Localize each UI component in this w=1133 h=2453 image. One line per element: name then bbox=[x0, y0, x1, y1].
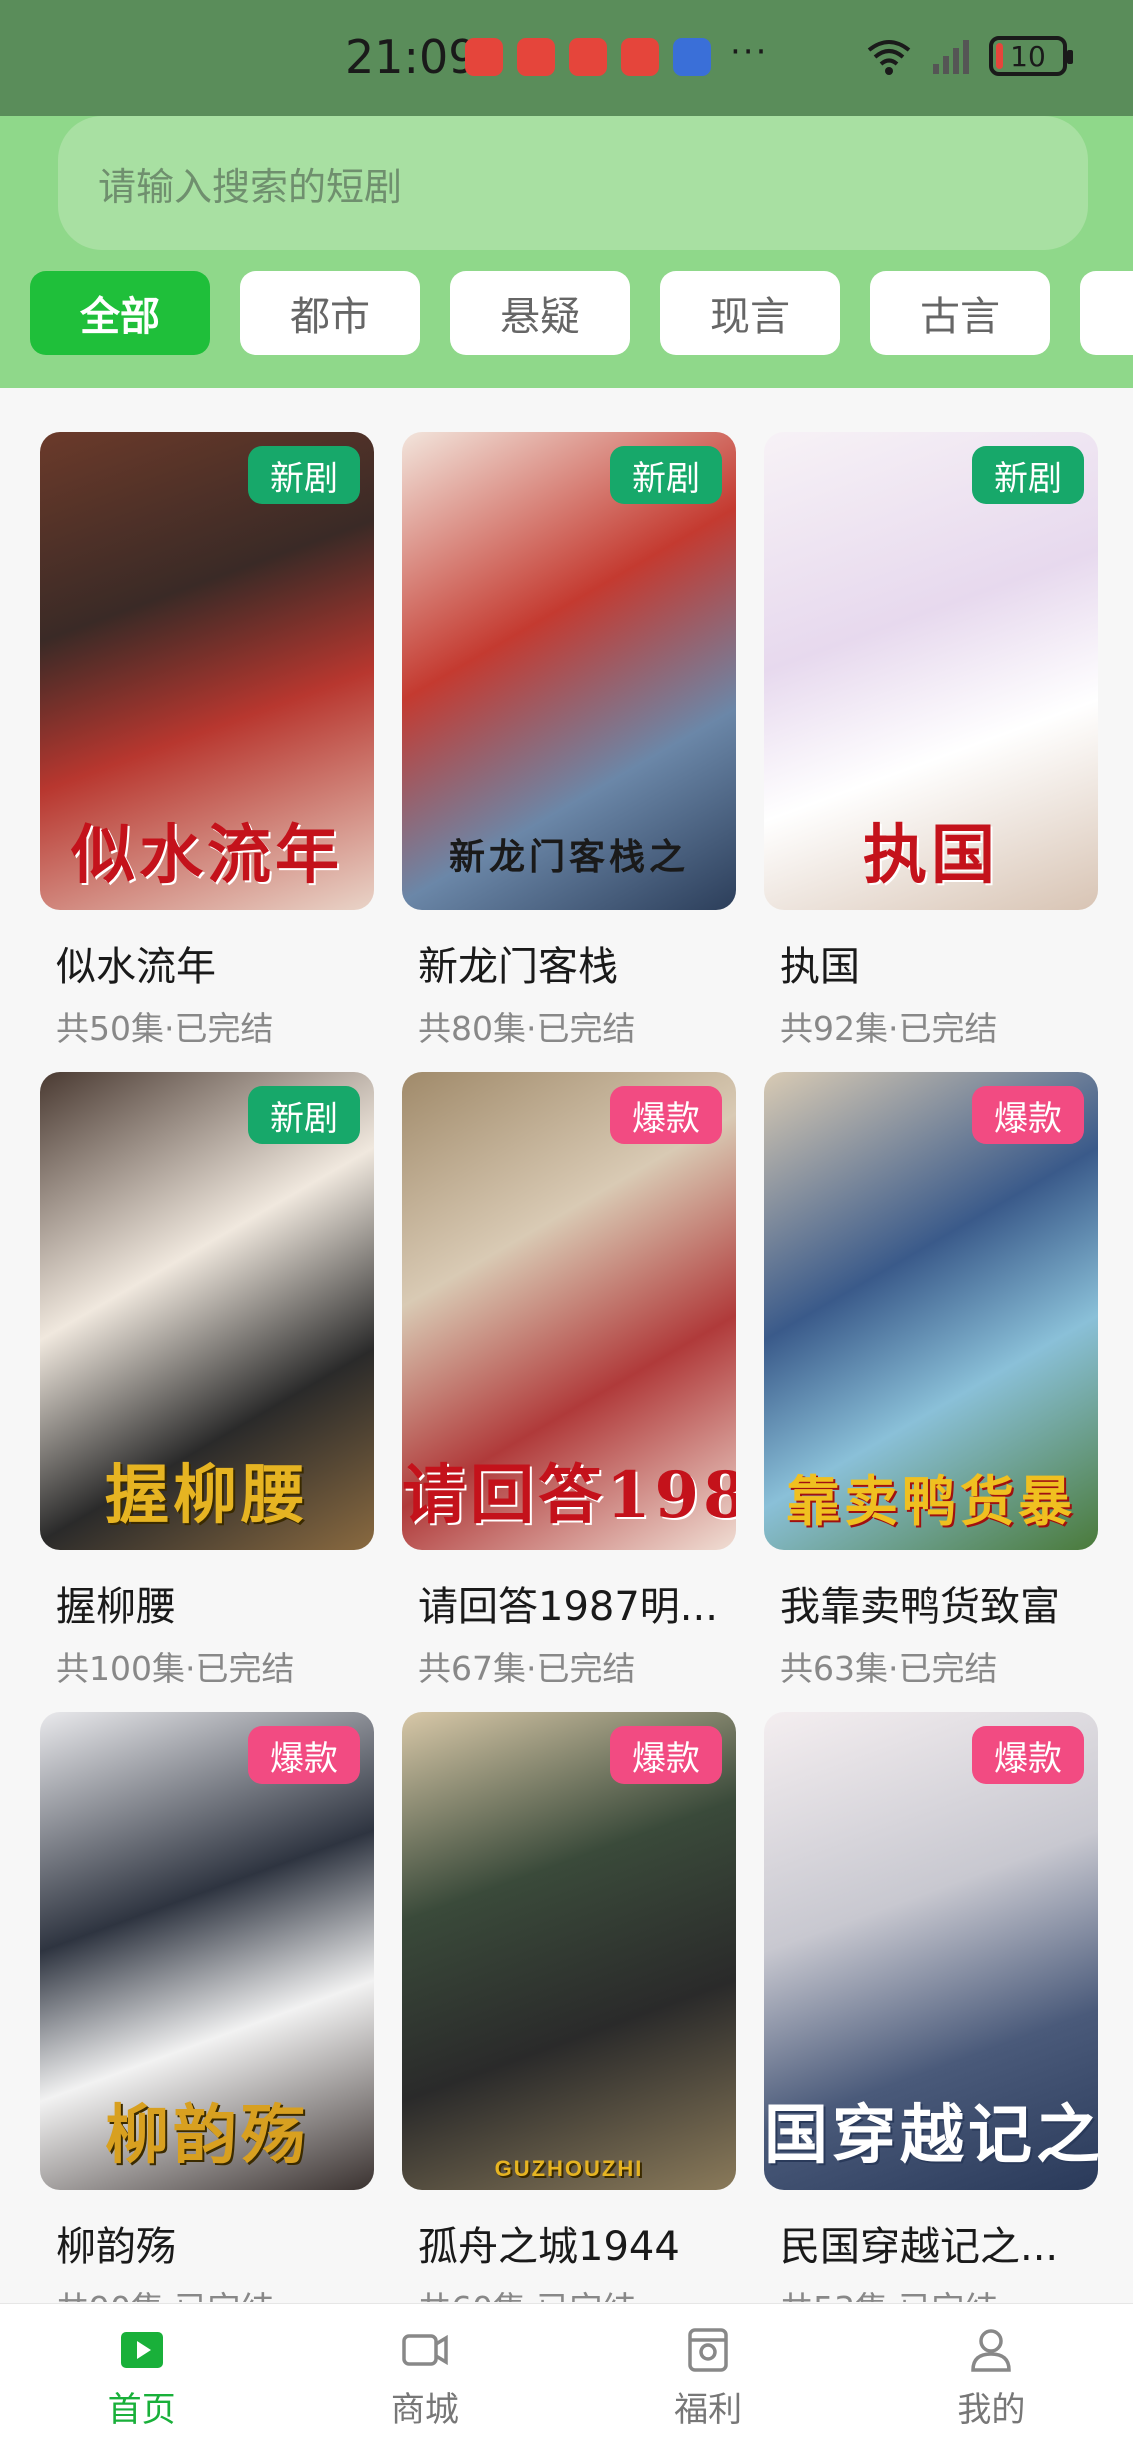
drama-card[interactable]: 执国 新剧 执国 共92集·已完结 bbox=[764, 432, 1098, 1072]
category-tabs: 全部 都市 悬疑 现言 古言 bbox=[30, 271, 1133, 355]
poster-title-art: 新龙门客栈之 bbox=[448, 836, 689, 878]
poster-title-art: 国穿越记之 bbox=[764, 2098, 1098, 2173]
drama-meta: 共50集·已完结 bbox=[56, 1009, 274, 1048]
system-icons: 10 bbox=[865, 36, 1073, 76]
nav-label: 首页 bbox=[107, 2390, 176, 2430]
camera-icon bbox=[402, 2334, 448, 2366]
tab-suspense[interactable]: 悬疑 bbox=[450, 271, 630, 355]
poster-title-art: 握柳腰 bbox=[105, 1458, 309, 1533]
nav-mall[interactable]: 商城 bbox=[283, 2304, 566, 2453]
tab-ancient-romance[interactable]: 古言 bbox=[870, 271, 1050, 355]
new-badge: 新剧 bbox=[610, 446, 722, 504]
tab-urban[interactable]: 都市 bbox=[240, 271, 420, 355]
search-input[interactable]: 请输入搜索的短剧 bbox=[58, 116, 1088, 250]
poster-title-art: 柳韵殇 bbox=[105, 2098, 309, 2173]
drama-poster[interactable]: 国穿越记之 爆款 bbox=[764, 1712, 1098, 2190]
drama-poster[interactable]: 柳韵殇 爆款 bbox=[40, 1712, 374, 2190]
tab-more[interactable] bbox=[1080, 271, 1133, 355]
bottom-nav: 首页 商城 福利 我的 bbox=[0, 2303, 1133, 2453]
new-badge: 新剧 bbox=[248, 446, 360, 504]
signal-icon bbox=[933, 40, 969, 74]
drama-title: 孤舟之城1944 bbox=[418, 2224, 680, 2270]
poster-title-art: 请回答198 bbox=[402, 1458, 736, 1533]
drama-title: 执国 bbox=[780, 944, 860, 990]
nav-label: 我的 bbox=[957, 2390, 1026, 2430]
drama-card[interactable]: 新龙门客栈之 新剧 新龙门客栈 共80集·已完结 bbox=[402, 432, 736, 1072]
drama-card[interactable]: GUZHOUZHI 爆款 孤舟之城1944 共60集·已完结 bbox=[402, 1712, 736, 2302]
drama-title: 新龙门客栈 bbox=[418, 944, 618, 990]
drama-title: 请回答1987明... bbox=[418, 1584, 718, 1630]
drama-title: 柳韵殇 bbox=[56, 2224, 176, 2270]
drama-poster[interactable]: 靠卖鸭货暴 爆款 bbox=[764, 1072, 1098, 1550]
nav-profile[interactable]: 我的 bbox=[850, 2304, 1133, 2453]
drama-card[interactable]: 握柳腰 新剧 握柳腰 共100集·已完结 bbox=[40, 1072, 374, 1712]
huawei-app-icon bbox=[465, 38, 503, 76]
nav-label: 福利 bbox=[674, 2390, 743, 2430]
drama-card[interactable]: 靠卖鸭货暴 爆款 我靠卖鸭货致富 共63集·已完结 bbox=[764, 1072, 1098, 1712]
status-time: 21:09 bbox=[345, 30, 478, 84]
status-bar: 21:09 ··· 10 bbox=[0, 0, 1133, 116]
drama-card[interactable]: 请回答198 爆款 请回答1987明... 共67集·已完结 bbox=[402, 1072, 736, 1712]
battery-text: 10 bbox=[1010, 39, 1046, 73]
hot-badge: 爆款 bbox=[610, 1726, 722, 1784]
play-icon bbox=[120, 2332, 163, 2368]
drama-card[interactable]: 国穿越记之 爆款 民国穿越记之... 共53集·已完结 bbox=[764, 1712, 1098, 2302]
drama-meta: 共60集·已完结 bbox=[418, 2282, 736, 2302]
poster-title-art: 执国 bbox=[863, 818, 999, 893]
battery-icon: 10 bbox=[989, 36, 1073, 76]
drama-poster[interactable]: 似水流年 新剧 bbox=[40, 432, 374, 910]
poster-title-art: 靠卖鸭货暴 bbox=[786, 1469, 1076, 1533]
nav-welfare[interactable]: 福利 bbox=[567, 2304, 850, 2453]
drama-card[interactable]: 柳韵殇 爆款 柳韵殇 共90集·已完结 bbox=[40, 1712, 374, 2302]
search-placeholder: 请输入搜索的短剧 bbox=[98, 164, 403, 209]
drama-meta: 共90集·已完结 bbox=[56, 2282, 374, 2302]
drama-title: 似水流年 bbox=[56, 944, 216, 990]
drama-card[interactable]: 似水流年 新剧 似水流年 共50集·已完结 bbox=[40, 432, 374, 1072]
drama-poster[interactable]: GUZHOUZHI 爆款 bbox=[402, 1712, 736, 2190]
huawei-app-icon bbox=[517, 38, 555, 76]
drama-poster[interactable]: 握柳腰 新剧 bbox=[40, 1072, 374, 1550]
drama-title: 民国穿越记之... bbox=[780, 2224, 1059, 2270]
poster-title-art: GUZHOUZHI bbox=[494, 2156, 644, 2181]
poster-title-art: 似水流年 bbox=[71, 818, 343, 893]
tab-all[interactable]: 全部 bbox=[30, 271, 210, 355]
battery-level bbox=[996, 43, 1003, 69]
drama-title: 我靠卖鸭货致富 bbox=[780, 1584, 1060, 1630]
drama-poster[interactable]: 请回答198 爆款 bbox=[402, 1072, 736, 1550]
drama-meta: 共92集·已完结 bbox=[780, 1009, 998, 1048]
hot-badge: 爆款 bbox=[248, 1726, 360, 1784]
drama-meta: 共63集·已完结 bbox=[780, 1649, 998, 1688]
header: 请输入搜索的短剧 全部 都市 悬疑 现言 古言 bbox=[0, 116, 1133, 388]
nav-label: 商城 bbox=[390, 2390, 459, 2430]
hot-badge: 爆款 bbox=[610, 1086, 722, 1144]
drama-meta: 共53集·已完结 bbox=[780, 2282, 1098, 2302]
baidu-app-icon bbox=[673, 38, 711, 76]
new-badge: 新剧 bbox=[972, 446, 1084, 504]
new-badge: 新剧 bbox=[248, 1086, 360, 1144]
drama-poster[interactable]: 新龙门客栈之 新剧 bbox=[402, 432, 736, 910]
gift-icon bbox=[688, 2328, 728, 2372]
drama-meta: 共100集·已完结 bbox=[56, 1649, 295, 1688]
drama-poster[interactable]: 执国 新剧 bbox=[764, 432, 1098, 910]
drama-meta: 共67集·已完结 bbox=[418, 1649, 636, 1688]
video-app-icon bbox=[621, 38, 659, 76]
hot-badge: 爆款 bbox=[972, 1726, 1084, 1784]
drama-title: 握柳腰 bbox=[56, 1584, 176, 1630]
nav-home[interactable]: 首页 bbox=[0, 2304, 283, 2453]
wifi-icon bbox=[867, 40, 911, 75]
notification-icons bbox=[465, 38, 711, 76]
drama-grid: 似水流年 新剧 似水流年 共50集·已完结 新龙门客栈之 新剧 新龙门客栈 共8… bbox=[40, 432, 1100, 2302]
hot-badge: 爆款 bbox=[972, 1086, 1084, 1144]
more-notifications-icon: ··· bbox=[730, 32, 769, 72]
user-icon bbox=[971, 2329, 1012, 2372]
drama-meta: 共80集·已完结 bbox=[418, 1009, 636, 1048]
app-icon bbox=[569, 38, 607, 76]
tab-modern-romance[interactable]: 现言 bbox=[660, 271, 840, 355]
